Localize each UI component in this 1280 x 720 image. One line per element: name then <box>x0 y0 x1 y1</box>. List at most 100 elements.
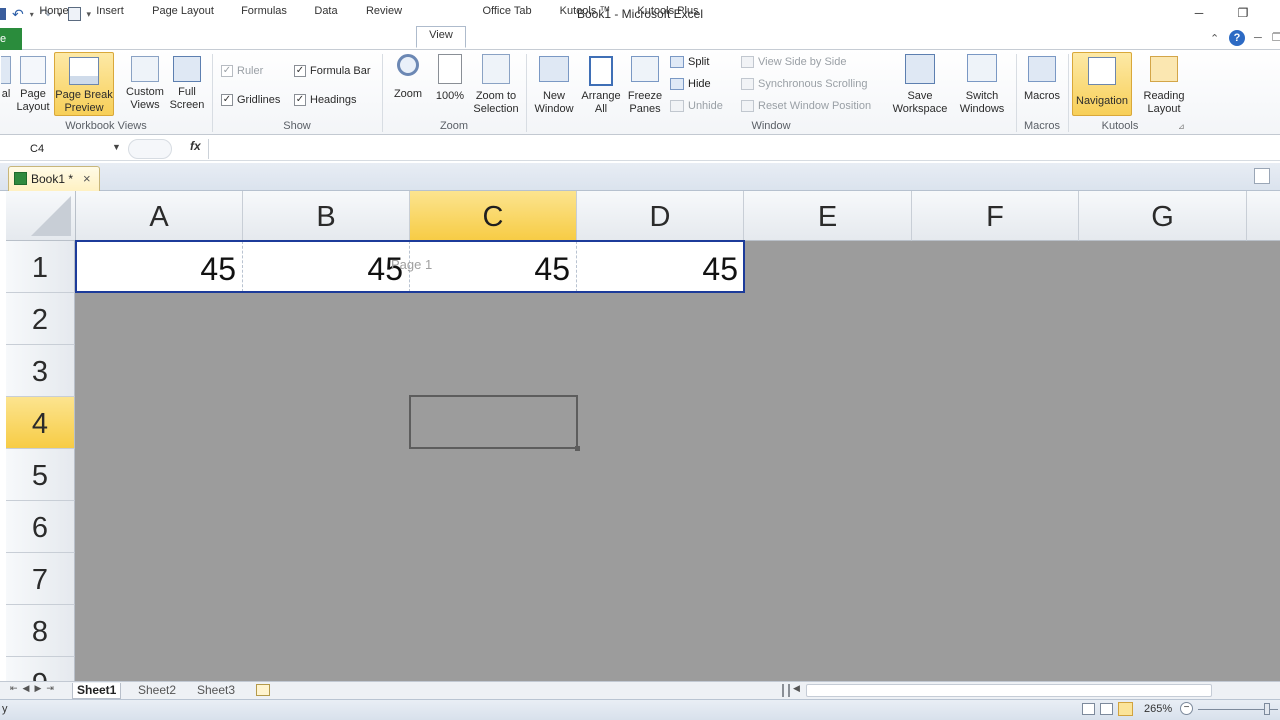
page-layout-view-button[interactable]: Page Layout <box>16 56 50 114</box>
zoom-100-label: 100% <box>435 90 465 102</box>
column-header-g[interactable]: G <box>1079 191 1247 241</box>
row-header-3[interactable]: 3 <box>6 345 75 397</box>
tab-home[interactable]: Home <box>32 3 76 22</box>
tab-split-handle[interactable] <box>782 684 790 697</box>
row-header-9[interactable]: 9 <box>6 657 75 681</box>
new-window-label-2: Window <box>534 103 574 115</box>
zoom-button[interactable]: Zoom <box>390 54 426 101</box>
normal-view-icon[interactable] <box>1082 703 1095 715</box>
select-all-button[interactable] <box>6 191 76 241</box>
minimize-ribbon-icon[interactable]: ⌃ <box>1210 32 1219 45</box>
minimize-button[interactable]: ─ <box>1186 6 1212 22</box>
zoom-selection-icon <box>482 54 510 84</box>
full-screen-icon <box>173 56 201 82</box>
page-break-view-icon[interactable] <box>1118 702 1133 716</box>
tab-formulas[interactable]: Formulas <box>234 3 294 22</box>
column-header-d[interactable]: D <box>577 191 744 241</box>
reset-position-label: Reset Window Position <box>758 100 872 112</box>
switch-windows-button[interactable]: Switch Windows <box>950 54 1014 116</box>
row-header-7[interactable]: 7 <box>6 553 75 605</box>
new-document-icon[interactable] <box>1254 168 1270 184</box>
side-by-side-label: View Side by Side <box>758 56 847 68</box>
sheet-tab-1[interactable]: Sheet1 <box>72 683 122 699</box>
normal-view-button[interactable]: al <box>0 56 12 101</box>
tab-page-layout[interactable]: Page Layout <box>146 3 220 22</box>
restore-button[interactable]: ❐ <box>1230 6 1256 22</box>
workbook-minimize-icon[interactable]: ─ <box>1254 32 1262 44</box>
reset-position-icon <box>741 100 754 112</box>
formula-bar-checkbox[interactable]: ✓ Formula Bar <box>294 63 371 79</box>
sheet-tab-2[interactable]: Sheet2 <box>138 683 176 699</box>
column-header-e[interactable]: E <box>744 191 912 241</box>
tab-kutools[interactable]: Kutools ™ <box>552 3 618 22</box>
page-break-preview-button[interactable]: Page Break Preview <box>54 52 114 116</box>
tab-kutools-plus[interactable]: Kutools Plus <box>630 3 706 22</box>
hundred-percent-icon <box>438 54 462 84</box>
split-button[interactable]: Split <box>670 56 709 68</box>
tab-view[interactable]: View <box>416 26 466 48</box>
new-window-icon <box>539 56 569 82</box>
sheet-tab-3[interactable]: Sheet3 <box>197 683 235 699</box>
zoom-to-selection-button[interactable]: Zoom to Selection <box>470 54 522 116</box>
zoom-slider-thumb[interactable] <box>1264 703 1270 715</box>
active-cell-c4[interactable] <box>409 395 580 451</box>
save-workspace-button[interactable]: Save Workspace <box>888 54 952 116</box>
column-header-c[interactable]: C <box>410 191 577 241</box>
tab-office-tab[interactable]: Office Tab <box>474 3 540 22</box>
formula-bar-check-icon: ✓ <box>294 65 306 77</box>
new-window-label-1: New <box>542 90 565 102</box>
tab-review[interactable]: Review <box>358 3 410 22</box>
new-window-button[interactable]: New Window <box>530 56 578 116</box>
tab-data[interactable]: Data <box>306 3 346 22</box>
macros-button[interactable]: Macros <box>1020 56 1064 103</box>
insert-function-icon[interactable]: fx <box>190 139 201 153</box>
column-header-b[interactable]: B <box>243 191 410 241</box>
zoom-out-icon[interactable]: − <box>1180 702 1193 715</box>
zoom-100-button[interactable]: 100% <box>432 54 468 103</box>
scroll-left-icon[interactable]: ◀ <box>793 683 800 694</box>
split-label: Split <box>688 56 710 68</box>
help-icon[interactable]: ? <box>1229 30 1245 46</box>
arrange-all-label-1: Arrange <box>581 90 621 102</box>
close-tab-icon[interactable]: × <box>83 167 91 191</box>
hide-button[interactable]: Hide <box>670 78 711 90</box>
row-header-1[interactable]: 1 <box>6 241 75 293</box>
workbook-tab-label: Book1 * <box>31 172 74 186</box>
workbook-restore-icon[interactable]: ❐ <box>1272 31 1280 44</box>
column-header-a[interactable]: A <box>76 191 243 241</box>
name-box[interactable]: C4 <box>4 140 122 158</box>
gridlines-checkbox[interactable]: ✓ Gridlines <box>221 92 280 108</box>
row-header-6[interactable]: 6 <box>6 501 75 553</box>
workbook-tab[interactable]: Book1 * × <box>8 166 100 191</box>
row-header-5[interactable]: 5 <box>6 449 75 501</box>
dialog-launcher-icon[interactable]: ⊿ <box>1178 122 1185 131</box>
row-header-4[interactable]: 4 <box>6 397 75 449</box>
sync-scroll-label: Synchronous Scrolling <box>758 78 868 90</box>
macros-label: Macros <box>1023 90 1061 102</box>
navigation-button[interactable]: Navigation <box>1072 52 1132 116</box>
reading-layout-button[interactable]: Reading Layout <box>1136 56 1192 116</box>
custom-views-button[interactable]: Custom Views <box>122 56 168 112</box>
formula-input[interactable] <box>214 140 1214 158</box>
column-header-h[interactable] <box>1247 191 1280 241</box>
worksheet-grid[interactable]: A B C D E F G 1 2 3 4 5 6 7 8 9 45 45 45… <box>6 191 1280 681</box>
switch-windows-label-1: Switch <box>965 90 999 102</box>
zoom-level[interactable]: 265% <box>1144 703 1172 715</box>
page-layout-label-2: Layout <box>16 101 50 113</box>
insert-sheet-icon[interactable] <box>256 684 270 696</box>
tab-insert[interactable]: Insert <box>88 3 132 22</box>
reading-layout-label-2: Layout <box>1147 103 1181 115</box>
headings-checkbox[interactable]: ✓ Headings <box>294 92 356 108</box>
tab-file[interactable]: e <box>0 28 22 50</box>
full-screen-button[interactable]: Full Screen <box>168 56 206 112</box>
page-layout-view-icon[interactable] <box>1100 703 1113 715</box>
column-header-f[interactable]: F <box>912 191 1079 241</box>
sheet-nav-buttons[interactable]: ⇤◀▶⇥ <box>10 683 59 694</box>
name-box-dropdown-icon[interactable]: ▼ <box>112 142 121 152</box>
row-header-2[interactable]: 2 <box>6 293 75 345</box>
zoom-selection-label-1: Zoom to <box>475 90 517 102</box>
row-header-8[interactable]: 8 <box>6 605 75 657</box>
arrange-all-button[interactable]: Arrange All <box>578 56 624 116</box>
freeze-panes-button[interactable]: Freeze Panes <box>624 56 666 116</box>
horizontal-scrollbar-thumb[interactable] <box>806 684 1212 697</box>
